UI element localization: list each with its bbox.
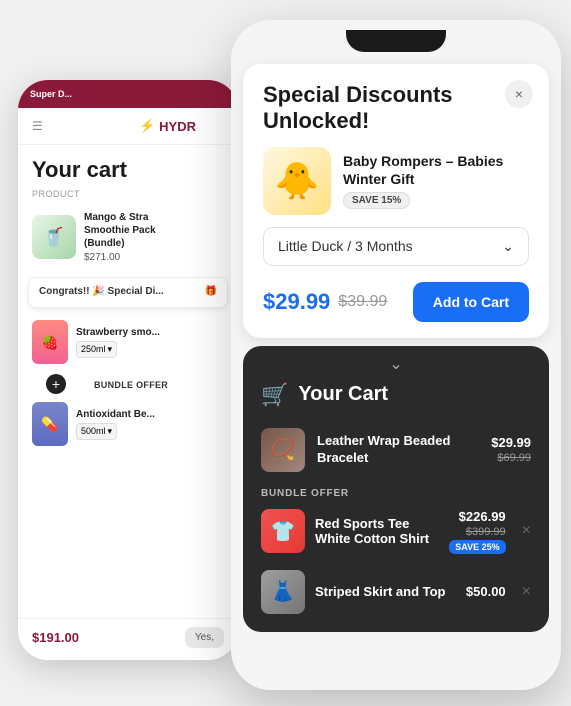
skirt-item: 👗 Striped Skirt and Top $50.00 ×: [243, 564, 549, 620]
skirt-price: $50.00: [466, 584, 506, 599]
antioxidant-thumb: 💊: [32, 402, 68, 446]
bg-banner: Super D...: [30, 89, 72, 99]
collapse-arrow[interactable]: ⌄: [243, 346, 549, 378]
tee-thumb: 👕: [261, 509, 305, 553]
strawberry-item: 🍓 Strawberry smo... 250ml ▾: [18, 314, 238, 370]
remove-skirt-button[interactable]: ×: [522, 583, 531, 601]
strawberry-thumb: 🍓: [32, 320, 68, 364]
modal-title: Special DiscountsUnlocked!: [263, 82, 529, 135]
antioxidant-item: 💊 Antioxidant Be... 500ml ▾: [18, 396, 238, 452]
bracelet-price: $29.99: [491, 435, 531, 450]
bg-logo: ⚡ HYDR: [139, 118, 196, 134]
bg-cart-title: Your cart: [18, 145, 238, 189]
modal-old-price: $39.99: [338, 293, 387, 311]
phone-notch: [346, 30, 446, 52]
antioxidant-name: Antioxidant Be...: [76, 409, 224, 420]
bundle-offer-section: BUNDLE OFFER 👕 Red Sports Tee White Cott…: [243, 480, 549, 564]
bundle-price: $226.99: [459, 509, 506, 524]
bracelet-name: Leather Wrap Beaded Bracelet: [317, 433, 479, 467]
antioxidant-select[interactable]: 500ml ▾: [76, 423, 117, 440]
congrats-banner: Congrats!! 🎉 Special Di... 🎁: [28, 277, 228, 308]
strawberry-name: Strawberry smo...: [76, 327, 224, 338]
variant-label: Little Duck / 3 Months: [278, 238, 413, 254]
modal-price-row: $29.99 $39.99 Add to Cart: [243, 278, 549, 338]
cart-item-bracelet: 📿 Leather Wrap Beaded Bracelet $29.99 $6…: [243, 420, 549, 480]
bg-product-thumb: 🥤: [32, 215, 76, 259]
background-phone: Super D... ☰ ⚡ HYDR Your cart PRODUCT 🥤 …: [18, 80, 238, 660]
bg-footer: $191.00 Yes,: [18, 618, 238, 660]
modal-product-thumb: 🐥: [263, 147, 331, 215]
bundle-old-price: $399.99: [466, 526, 506, 538]
congrats-title: Congrats!! 🎉 Special Di... 🎁: [39, 286, 217, 297]
skirt-name: Striped Skirt and Top: [315, 584, 456, 599]
strawberry-select[interactable]: 250ml ▾: [76, 341, 117, 358]
main-phone: Special DiscountsUnlocked! × 🐥 Baby Romp…: [231, 20, 561, 690]
skirt-thumb: 👗: [261, 570, 305, 614]
bundle-item-tee: 👕 Red Sports Tee White Cotton Shirt $226…: [261, 503, 531, 560]
bundle-offer-tag: BUNDLE OFFER: [261, 488, 531, 499]
tee-name: Red Sports Tee: [315, 516, 439, 531]
modal-product-name: Baby Rompers – Babies Winter Gift: [343, 152, 529, 188]
variant-select[interactable]: Little Duck / 3 Months ⌄: [263, 227, 529, 266]
bg-product-name: Mango & StraSmoothie Pack(Bundle): [84, 211, 224, 250]
cart-title: Your Cart: [298, 383, 388, 406]
modal-new-price: $29.99: [263, 289, 330, 315]
modal-card: Special DiscountsUnlocked! × 🐥 Baby Romp…: [243, 64, 549, 338]
cart-icon: 🛒: [261, 382, 288, 408]
cart-header: 🛒 Your Cart: [243, 378, 549, 420]
cart-section: ⌄ 🛒 Your Cart 📿 Leather Wrap Beaded Brac…: [243, 346, 549, 632]
bg-bundle-label: BUNDLE OFFER: [80, 376, 182, 392]
bg-product-item: 🥤 Mango & StraSmoothie Pack(Bundle) $271…: [18, 203, 238, 271]
modal-header: Special DiscountsUnlocked! ×: [243, 64, 549, 147]
remove-bundle-button[interactable]: ×: [522, 522, 531, 540]
shirt-name: White Cotton Shirt: [315, 531, 439, 546]
bg-product-label: PRODUCT: [18, 189, 238, 203]
modal-product-row: 🐥 Baby Rompers – Babies Winter Gift SAVE…: [243, 147, 549, 227]
save-badge: SAVE 15%: [343, 192, 410, 209]
bracelet-thumb: 📿: [261, 428, 305, 472]
plus-circle: +: [46, 374, 66, 394]
bracelet-old-price: $69.99: [497, 452, 531, 464]
main-phone-top: [231, 20, 561, 56]
bg-total: $191.00: [32, 630, 79, 645]
close-button[interactable]: ×: [505, 80, 533, 108]
bg-product-price: $271.00: [84, 252, 224, 263]
bundle-save-badge: SAVE 25%: [449, 540, 505, 554]
add-to-cart-button[interactable]: Add to Cart: [413, 282, 529, 322]
chevron-down-icon: ⌄: [502, 238, 514, 255]
bg-yes-btn[interactable]: Yes,: [185, 627, 224, 648]
